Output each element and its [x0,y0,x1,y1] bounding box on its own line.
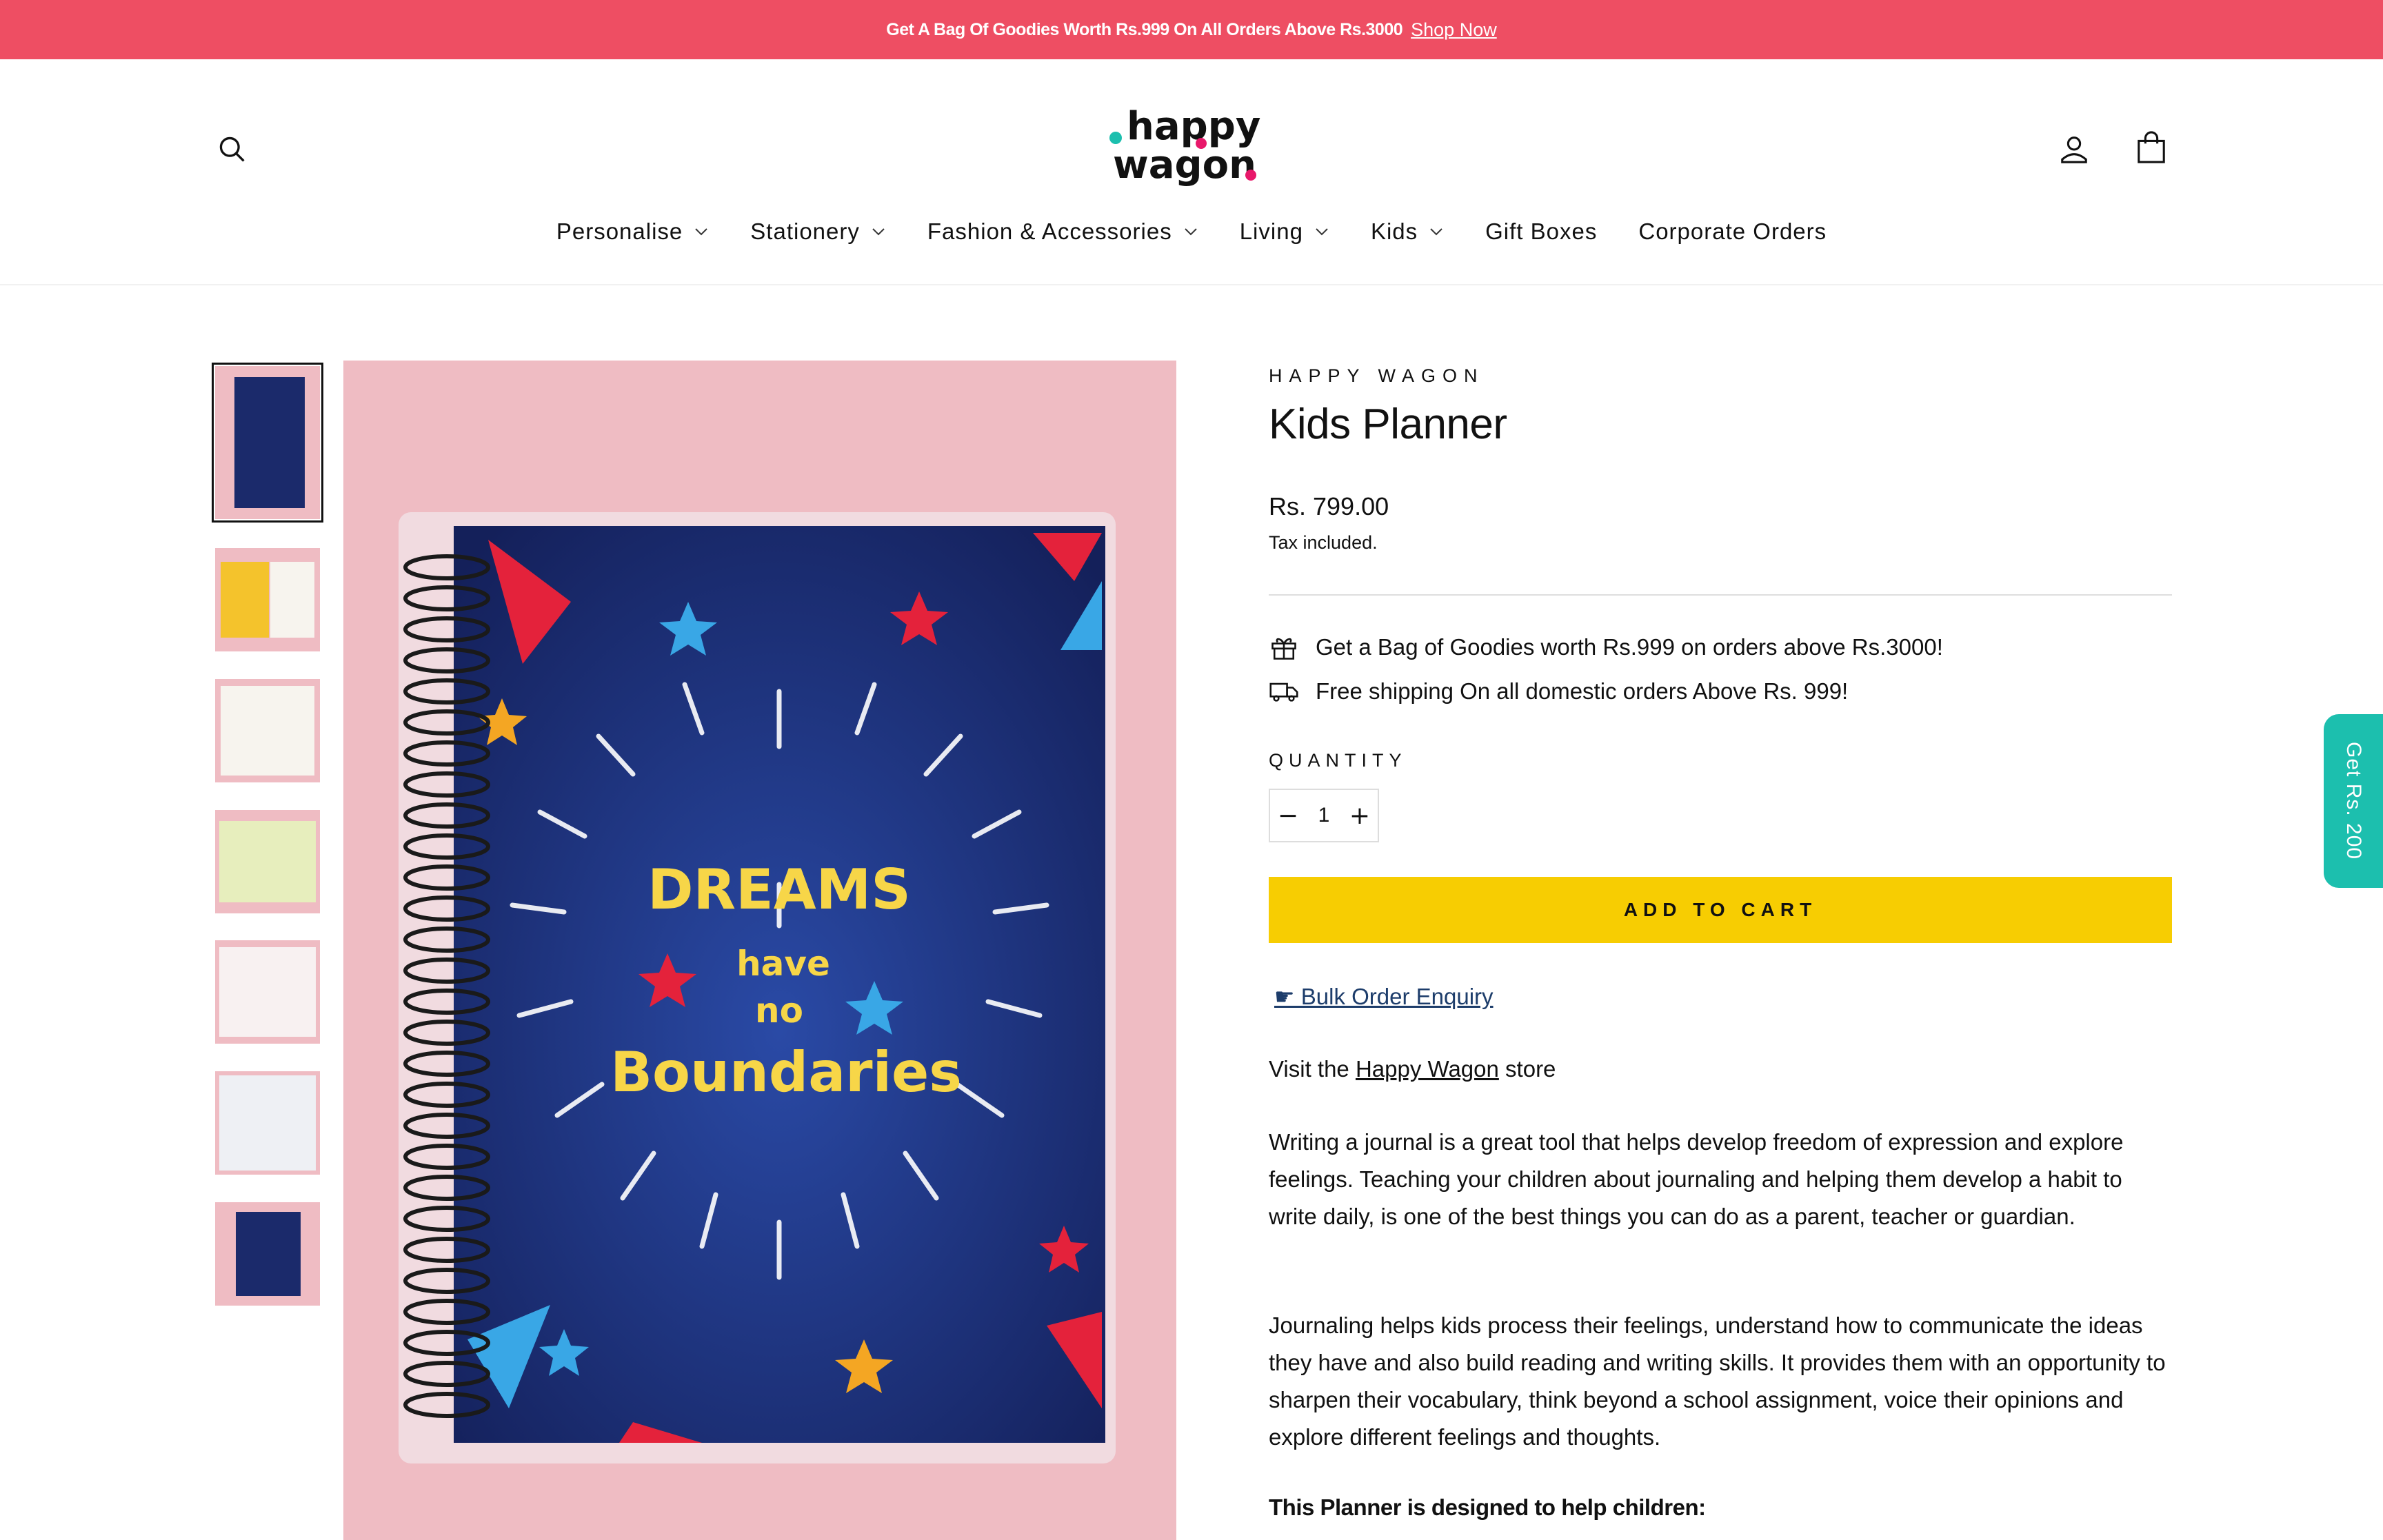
description-paragraph-2: Journaling helps kids process their feel… [1269,1313,2166,1450]
nav-label: Gift Boxes [1485,219,1598,244]
perk-goodies: Get a Bag of Goodies worth Rs.999 on ord… [1269,632,1943,662]
thumbnail-image [219,1075,316,1171]
nav-fashion-accessories[interactable]: Fashion & Accessories [907,211,1219,252]
cover-title-line1: DREAMS [647,858,911,922]
reward-side-tab[interactable]: Get Rs. 200 [2324,714,2383,888]
quantity-increase-button[interactable]: + [1342,790,1378,841]
visit-store-line: Visit the Happy Wagon store [1269,1056,1556,1082]
truck-icon [1269,682,1298,702]
logo[interactable]: happy wagon [1106,103,1265,188]
thumbnail-image [234,377,305,508]
thumbnail-image [221,686,314,776]
cover-title-line3: no [755,991,803,1031]
announcement-bar: Get A Bag Of Goodies Worth Rs.999 On All… [0,0,2383,59]
gift-icon [1271,638,1296,660]
svg-text:wagon: wagon [1113,143,1256,186]
chevron-down-icon [1184,228,1197,236]
user-icon [2061,136,2087,163]
perk-text: Free shipping On all domestic orders Abo… [1316,678,1849,704]
thumbnail-2[interactable] [215,548,320,651]
shop-now-link[interactable]: Shop Now [1411,19,1497,41]
thumbnail-1[interactable] [212,363,323,523]
site-header: happy wagon Personalise Stationery Fashi… [0,59,2383,285]
quantity-stepper: − 1 + [1269,789,1379,842]
announcement-text: Get A Bag Of Goodies Worth Rs.999 On All… [886,19,1403,39]
description-heading: This Planner is designed to help childre… [1269,1495,1706,1520]
nav-kids[interactable]: Kids [1350,211,1465,252]
tax-note: Tax included. [1269,532,1378,553]
side-tab-label: Get Rs. 200 [2342,742,2365,860]
product-vendor[interactable]: HAPPY WAGON [1269,365,1485,387]
product-title: Kids Planner [1269,401,1507,448]
quantity-value[interactable]: 1 [1318,804,1330,827]
chevron-down-icon [695,228,707,236]
visit-prefix: Visit the [1269,1056,1356,1082]
nav-label: Living [1239,219,1303,244]
divider [1269,594,2172,596]
perk-text: Get a Bag of Goodies worth Rs.999 on ord… [1316,634,1943,660]
nav-label: Fashion & Accessories [927,219,1172,244]
thumbnail-4[interactable] [215,810,320,913]
thumbnail-3[interactable] [215,679,320,782]
search-button[interactable] [210,127,254,171]
description-paragraph-1: Writing a journal is a great tool that h… [1269,1129,2124,1229]
visit-suffix: store [1498,1056,1556,1082]
cart-button[interactable] [2129,125,2173,170]
chevron-down-icon [1430,228,1442,236]
product-main-image: DREAMS have no Boundaries [343,361,1176,1540]
nav-label: Personalise [556,219,683,244]
nav-label: Stationery [750,219,860,244]
perk-shipping: Free shipping On all domestic orders Abo… [1269,676,1848,707]
nav-label: Kids [1370,219,1418,244]
cover-title-line2: have [736,944,830,984]
quantity-decrease-button[interactable]: − [1270,790,1306,841]
add-to-cart-button[interactable]: ADD TO CART [1269,877,2172,943]
nav-living[interactable]: Living [1219,211,1350,252]
store-link[interactable]: Happy Wagon [1356,1056,1499,1082]
nav-stationery[interactable]: Stationery [730,211,907,252]
chevron-down-icon [872,228,885,236]
thumbnail-image [236,1212,301,1296]
chevron-down-icon [1316,228,1328,236]
thumbnail-5[interactable] [215,940,320,1044]
nav-corporate-orders[interactable]: Corporate Orders [1618,211,1847,252]
thumbnail-7[interactable] [215,1202,320,1306]
nav-label: Corporate Orders [1638,219,1827,244]
nav-personalise[interactable]: Personalise [536,211,730,252]
cart-icon [2138,131,2165,163]
search-icon [219,136,245,162]
product-price: Rs. 799.00 [1269,492,1389,520]
nav-gift-boxes[interactable]: Gift Boxes [1465,211,1618,252]
thumbnail-image [219,947,316,1037]
quantity-label: QUANTITY [1269,750,1407,771]
main-nav: Personalise Stationery Fashion & Accesso… [0,211,2383,252]
account-button[interactable] [2052,127,2096,171]
thumbnail-image [219,821,316,902]
thumbnail-6[interactable] [215,1071,320,1175]
thumbnail-image [221,562,269,638]
cover-title-line4: Boundaries [610,1040,962,1104]
bulk-order-enquiry-link[interactable]: ☛ Bulk Order Enquiry [1274,983,1494,1010]
